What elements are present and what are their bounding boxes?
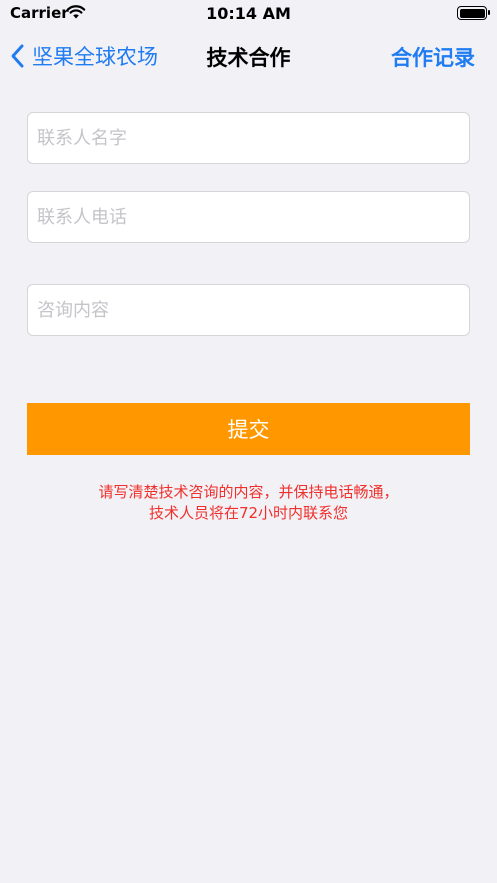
status-bar: Carrier 10:14 AM [0, 0, 497, 30]
chevron-left-icon [11, 44, 24, 68]
contact-phone-input[interactable] [28, 192, 469, 242]
contact-name-field[interactable] [27, 112, 470, 164]
clock: 10:14 AM [206, 4, 291, 23]
consult-content-input[interactable] [28, 285, 469, 335]
notice-text: 请写清楚技术咨询的内容，并保持电话畅通， 技术人员将在72小时内联系您 [0, 482, 497, 524]
notice-line-1: 请写清楚技术咨询的内容，并保持电话畅通， [98, 483, 399, 501]
submit-button[interactable]: 提交 [27, 403, 470, 455]
contact-phone-field[interactable] [27, 191, 470, 243]
back-button-label: 坚果全球农场 [32, 45, 158, 69]
consult-content-field[interactable] [27, 284, 470, 336]
notice-line-2: 技术人员将在72小时内联系您 [148, 504, 349, 522]
contact-name-input[interactable] [28, 113, 469, 163]
battery-icon [457, 6, 490, 20]
navigation-bar: 坚果全球农场 技术合作 合作记录 [0, 30, 497, 82]
back-button[interactable]: 坚果全球农场 [8, 40, 158, 72]
cooperation-records-button[interactable]: 合作记录 [391, 42, 475, 72]
